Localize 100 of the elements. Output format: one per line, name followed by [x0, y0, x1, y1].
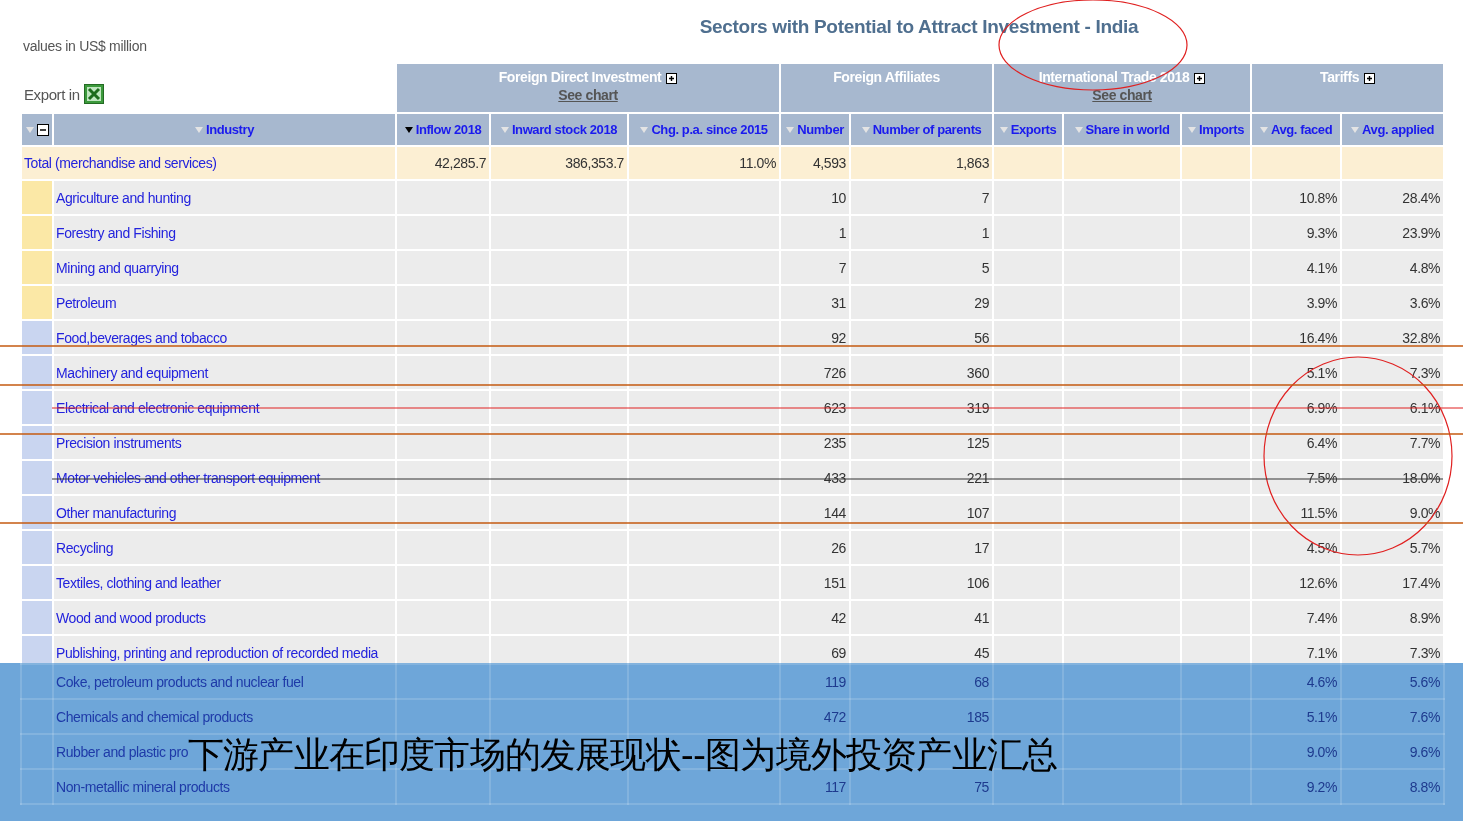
- table-cell: 28.4%: [1402, 189, 1441, 206]
- table-cell: 41: [974, 609, 990, 626]
- industry-link[interactable]: Petroleum: [56, 294, 117, 311]
- group-title: Foreign Direct Investment: [498, 69, 662, 85]
- export-label: Export in: [24, 85, 80, 103]
- column-label[interactable]: Share in world: [1085, 122, 1170, 138]
- column-label[interactable]: Inflow 2018: [415, 122, 482, 138]
- table-cell: 119: [824, 673, 846, 690]
- table-cell: 92: [831, 329, 846, 346]
- table-cell: 4.1%: [1306, 259, 1338, 276]
- table-cell: 23.9%: [1402, 224, 1441, 241]
- table-cell: 68: [974, 673, 989, 690]
- table-cell: 6.9%: [1306, 399, 1338, 416]
- table-cell: 9.2%: [1306, 778, 1337, 795]
- industry-link[interactable]: Forestry and Fishing: [56, 224, 176, 241]
- table-cell: 75: [974, 778, 989, 795]
- table-cell: 151: [823, 574, 846, 591]
- table-cell: 6.4%: [1306, 434, 1338, 451]
- spreadsheet-icon[interactable]: [83, 84, 104, 104]
- column-label[interactable]: Avg. faced: [1270, 122, 1333, 138]
- table-cell: 9.3%: [1306, 224, 1338, 241]
- table-cell: 472: [823, 708, 846, 725]
- table-cell: 726: [823, 364, 846, 381]
- table-cell: 3.6%: [1409, 294, 1441, 311]
- industry-link[interactable]: Agriculture and hunting: [56, 189, 191, 206]
- table-cell: 26: [831, 539, 846, 556]
- table-cell: 8.9%: [1409, 609, 1441, 626]
- table-cell: 7.3%: [1409, 644, 1441, 661]
- table-cell: 9.0%: [1306, 743, 1337, 760]
- expand-icon[interactable]: [1194, 72, 1206, 84]
- table-cell: 5.1%: [1306, 364, 1338, 381]
- table-cell: 5.1%: [1306, 708, 1337, 725]
- collapse-icon[interactable]: [36, 124, 49, 136]
- table-cell: 7.1%: [1306, 644, 1338, 661]
- see-chart-link[interactable]: See chart: [558, 87, 618, 103]
- table-cell: 623: [823, 399, 846, 416]
- table-cell: 7.3%: [1409, 364, 1441, 381]
- column-label[interactable]: Number of parents: [872, 122, 982, 138]
- table-cell: 1: [981, 224, 990, 241]
- column-label[interactable]: Imports: [1199, 122, 1244, 138]
- table-cell: 5.6%: [1409, 673, 1440, 690]
- sort-icon[interactable]: [404, 125, 413, 134]
- column-label[interactable]: Exports: [1010, 122, 1057, 138]
- column-label[interactable]: Chg. p.a. since 2015: [651, 122, 768, 138]
- group-title: International Trade 2018: [1038, 69, 1190, 85]
- table-cell: 16.4%: [1299, 329, 1338, 346]
- table-cell: 7.4%: [1306, 609, 1338, 626]
- table-cell: 42: [831, 609, 846, 626]
- table-cell: 360: [966, 364, 990, 381]
- table-cell: 4,593: [812, 155, 846, 171]
- table-cell: 7.6%: [1409, 708, 1440, 725]
- industry-link[interactable]: Rubber and plastic pro: [56, 743, 189, 760]
- units-note: values in US$ million: [22, 38, 147, 56]
- table-cell: 11.5%: [1300, 504, 1338, 521]
- table-cell: 69: [831, 644, 846, 661]
- column-label[interactable]: Industry: [205, 122, 255, 138]
- table-cell: 7.5%: [1306, 469, 1338, 486]
- group-title: Tariffs: [1320, 69, 1360, 85]
- table-cell: 42,285.7: [434, 155, 486, 171]
- table-cell: 10: [831, 189, 846, 206]
- table-cell: 31: [831, 294, 846, 311]
- table-cell: 107: [966, 504, 990, 521]
- industry-link[interactable]: Other manufacturing: [56, 504, 177, 521]
- table-cell: 386,353.7: [565, 155, 624, 171]
- table-cell: 17.4%: [1402, 574, 1441, 591]
- table-cell: 4.6%: [1306, 673, 1337, 690]
- table-cell: 7: [838, 259, 846, 276]
- table-cell: 125: [966, 434, 990, 451]
- column-label[interactable]: Avg. applied: [1362, 122, 1435, 138]
- industry-link[interactable]: Mining and quarrying: [56, 259, 179, 276]
- industry-link[interactable]: Precision instruments: [56, 434, 182, 451]
- caption-text: 下游产业在印度市场的发展现状--图为境外投资产业汇总: [188, 737, 1058, 773]
- table-cell: 5.7%: [1409, 539, 1441, 556]
- expand-icon[interactable]: [666, 72, 678, 84]
- table-cell: 106: [966, 574, 990, 591]
- table-cell: 144: [823, 504, 846, 521]
- column-label[interactable]: Inward stock 2018: [511, 122, 618, 138]
- table-cell: 10.8%: [1299, 189, 1338, 206]
- table-cell: 185: [966, 708, 989, 725]
- table-cell: 11.0%: [739, 155, 776, 171]
- table-cell: 7.7%: [1409, 434, 1441, 451]
- table-cell: 7: [981, 189, 990, 206]
- table-cell: 117: [824, 778, 846, 795]
- see-chart-link[interactable]: See chart: [1092, 87, 1152, 103]
- table-cell: 56: [974, 329, 990, 346]
- table-cell: 17: [974, 539, 990, 556]
- table-cell: 5: [981, 259, 990, 276]
- expand-icon[interactable]: [1364, 72, 1376, 84]
- total-label: Total (merchandise and services): [24, 155, 217, 171]
- table-cell: 3.9%: [1306, 294, 1338, 311]
- table-cell: 12.6%: [1299, 574, 1338, 591]
- table-cell: 4.8%: [1409, 259, 1441, 276]
- column-label[interactable]: Number: [797, 122, 844, 138]
- table-cell: 433: [823, 469, 846, 486]
- group-title: Foreign Affiliates: [833, 69, 940, 85]
- table-cell: 235: [823, 434, 846, 451]
- industry-link[interactable]: Recycling: [56, 539, 114, 556]
- table-cell: 45: [974, 644, 990, 661]
- table-cell: 32.8%: [1402, 329, 1441, 346]
- table-cell: 18.0%: [1402, 469, 1441, 486]
